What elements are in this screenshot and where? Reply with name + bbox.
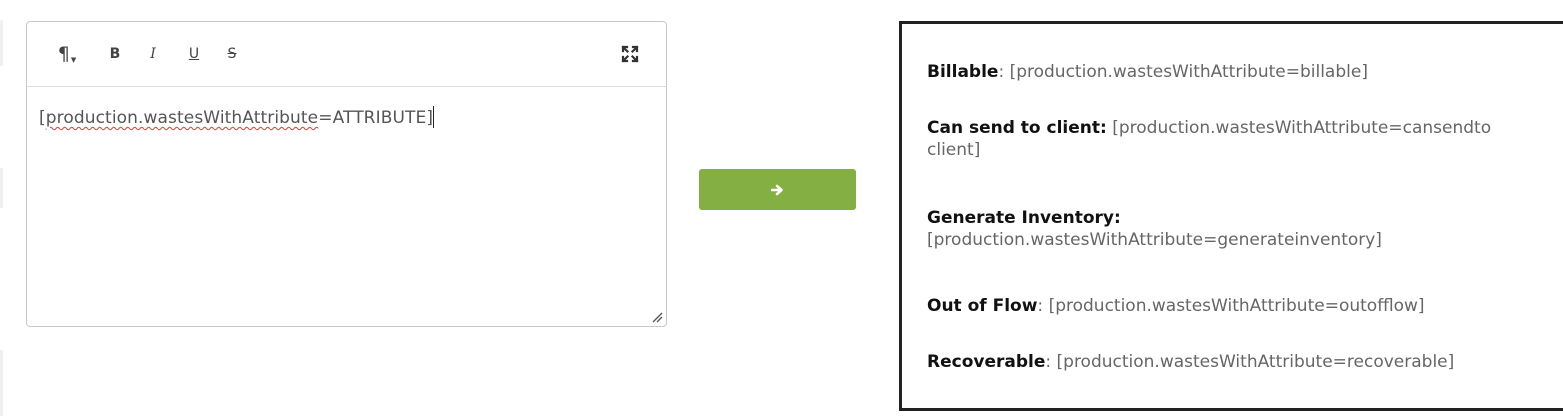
bold-button[interactable]: B	[107, 41, 123, 67]
dropdown-caret-icon: ▼	[70, 56, 77, 64]
attribute-label: Out of Flow	[927, 296, 1038, 316]
attribute-value: [production.wastesWithAttribute=recovera…	[1056, 352, 1455, 372]
paragraph-format-button[interactable]: ¶ ▼	[53, 41, 81, 67]
preview-row-generate-inventory: Generate Inventory: [production.wastesWit…	[927, 207, 1527, 251]
attribute-label: Generate Inventory:	[927, 208, 1121, 228]
preview-panel: Billable: [production.wastesWithAttribut…	[899, 21, 1563, 411]
left-edge-mark	[0, 168, 3, 208]
attribute-separator: :	[1045, 352, 1057, 372]
editor-content[interactable]: [production.wastesWithAttribute=ATTRIBUT…	[39, 106, 654, 128]
attribute-separator: :	[1037, 296, 1049, 316]
text-cursor	[433, 106, 435, 128]
convert-button[interactable]	[699, 169, 856, 210]
expand-icon	[621, 45, 639, 63]
attribute-label: Billable	[927, 62, 999, 82]
preview-row-recoverable: Recoverable: [production.wastesWithAttri…	[927, 351, 1527, 373]
preview-row-can-send-to-client: Can send to client: [production.wastesWi…	[927, 117, 1527, 161]
content-prefix: [	[39, 108, 46, 128]
attribute-value: [production.wastesWithAttribute=generate…	[927, 230, 1382, 250]
attribute-value-continued: client]	[927, 140, 981, 160]
attribute-label: Can send to client:	[927, 118, 1107, 138]
attribute-value: [production.wastesWithAttribute=cansendt…	[1112, 118, 1492, 138]
fullscreen-button[interactable]	[617, 41, 643, 67]
content-suffix: =ATTRIBUTE]	[318, 108, 434, 128]
resize-handle-icon[interactable]	[651, 311, 663, 323]
attribute-value: [production.wastesWithAttribute=billable…	[1009, 62, 1368, 82]
rich-text-editor[interactable]: ¶ ▼ B I U S [production.wastesWithAttribu…	[26, 21, 667, 327]
left-edge-mark	[0, 350, 3, 416]
attribute-label: Recoverable	[927, 352, 1046, 372]
preview-row-billable: Billable: [production.wastesWithAttribut…	[927, 61, 1527, 83]
strikethrough-button[interactable]: S	[224, 41, 240, 67]
underline-button[interactable]: U	[186, 41, 202, 67]
editor-toolbar: ¶ ▼ B I U S	[27, 22, 666, 87]
preview-row-out-of-flow: Out of Flow: [production.wastesWithAttri…	[927, 295, 1527, 317]
pilcrow-icon: ¶	[57, 43, 70, 65]
attribute-value: [production.wastesWithAttribute=outofflo…	[1048, 296, 1425, 316]
italic-button[interactable]: I	[145, 41, 161, 67]
arrow-right-icon	[771, 184, 783, 195]
attribute-separator: :	[998, 62, 1010, 82]
left-edge-mark	[0, 20, 3, 66]
misspelled-word: production.wastesWithAttribute	[45, 108, 319, 128]
